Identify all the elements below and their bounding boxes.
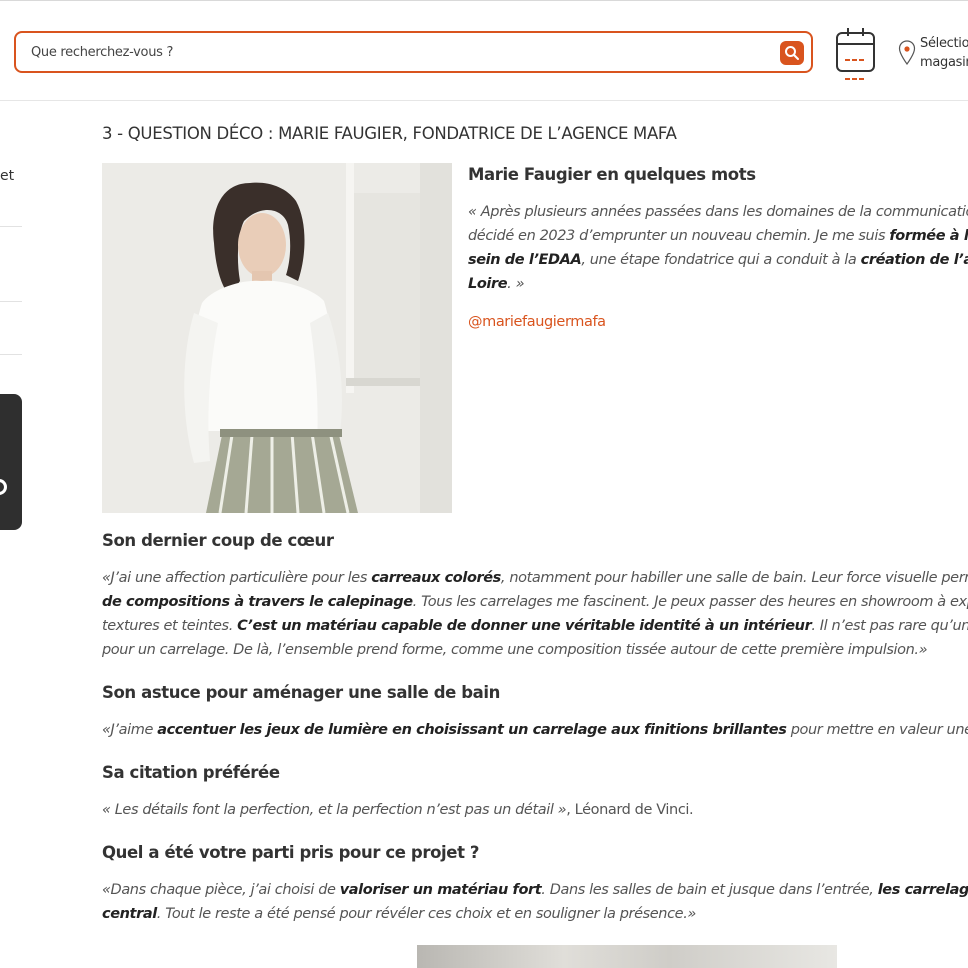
bio-quote-text: décidé en 2023 d’emprunter un nouveau ch… <box>468 228 890 244</box>
bio-quote: « Après plusieurs années passées dans le… <box>468 200 968 296</box>
calendar-icon[interactable] <box>836 28 875 80</box>
search-placeholder: Que recherchez-vous ? <box>31 44 174 60</box>
citation-section: Sa citation préférée « Les détails font … <box>102 763 968 822</box>
bio-quote-bold: formée à la décoration <box>889 228 968 244</box>
coup-de-coeur-section: Son dernier coup de cœur «J’ai une affec… <box>102 531 968 662</box>
parti-pris-text: «Dans chaque pièce, j’ai choisi de valor… <box>102 878 968 926</box>
store-selector-label: Sélectionner magasin <box>920 36 968 70</box>
bio-quote-bold: Loire <box>468 276 508 292</box>
search-input[interactable]: Que recherchez-vous ? <box>14 31 813 73</box>
coup-de-coeur-bold: C’est un matériau capable de donner une … <box>237 618 812 634</box>
bio-quote-text: . » <box>507 276 525 292</box>
astuce-text-part: pour mettre en valeur une crédence <box>790 722 968 738</box>
citation-text: « Les détails font la perfection, et la … <box>102 798 968 822</box>
search-icon <box>785 46 799 60</box>
parti-pris-bold: les carrelages s’imposent <box>877 882 968 898</box>
astuce-bold: accentuer les jeux de lumière en choisis… <box>157 722 787 738</box>
citation-quote: « Les détails font la perfection, et la … <box>102 802 567 818</box>
astuce-text: «J’aime accentuer les jeux de lumière en… <box>102 718 968 742</box>
coup-de-coeur-text-part: «J’ai une affection particulière pour le… <box>102 570 372 586</box>
floating-side-panel[interactable] <box>0 394 22 530</box>
site-header: Que recherchez-vous ? Sélectionner magas… <box>0 0 968 101</box>
page: Que recherchez-vous ? Sélectionner magas… <box>0 0 968 968</box>
bio-quote-bold: création de l’agence MAFA <box>860 252 968 268</box>
sidebar-text-fragment: et <box>0 168 15 184</box>
coup-de-coeur-text-part: textures et teintes. <box>102 618 238 634</box>
coup-de-coeur-text-part: pour un carrelage. De là, l’ensemble pre… <box>102 642 928 658</box>
sidebar-divider <box>0 226 22 227</box>
coup-de-coeur-text-part: . Tous les carrelages me fascinent. Je p… <box>412 594 968 610</box>
astuce-heading: Son astuce pour aménager une salle de ba… <box>102 683 500 702</box>
parti-pris-text-part: . Dans les salles de bain et jusque dans… <box>541 882 878 898</box>
bio-quote-text: , une étape fondatrice qui a conduit à l… <box>581 252 861 268</box>
citation-author: , Léonard de Vinci. <box>566 802 694 818</box>
parti-pris-text-part: «Dans chaque pièce, j’ai choisi de <box>102 882 340 898</box>
location-pin-icon <box>898 40 916 66</box>
sidebar-divider <box>0 354 22 355</box>
coup-de-coeur-heading: Son dernier coup de cœur <box>102 531 334 550</box>
citation-heading: Sa citation préférée <box>102 763 280 782</box>
section-title: 3 - QUESTION DÉCO : MARIE FAUGIER, FONDA… <box>102 124 677 143</box>
search-button[interactable] <box>780 41 804 65</box>
bio-heading: Marie Faugier en quelques mots <box>468 165 756 184</box>
portrait-image <box>102 163 452 513</box>
parti-pris-section: Quel a été votre parti pris pour ce proj… <box>102 843 968 926</box>
sidebar-divider <box>0 301 22 302</box>
coup-de-coeur-text-part: . Il n’est pas rare qu’un projet naisse <box>811 618 968 634</box>
bio-quote-bold: sein de l’EDAA <box>468 252 582 268</box>
coup-de-coeur-text-part: , notamment pour habiller une salle de b… <box>500 570 968 586</box>
bio-block: Marie Faugier en quelques mots « Après p… <box>468 163 968 330</box>
coup-de-coeur-text: «J’ai une affection particulière pour le… <box>102 566 968 662</box>
parti-pris-text-part: . Tout le reste a été pensé pour révéler… <box>156 906 697 922</box>
bio-quote-text: « Après plusieurs années passées dans le… <box>468 204 968 220</box>
instagram-link[interactable]: @mariefaugiermafa <box>468 314 606 330</box>
coup-de-coeur-bold: de compositions à travers le calepinage <box>102 594 413 610</box>
astuce-text-part: «J’aime <box>102 722 158 738</box>
project-image <box>417 945 837 968</box>
side-panel-icon <box>0 479 7 495</box>
parti-pris-bold: valoriser un matériau fort <box>339 882 542 898</box>
coup-de-coeur-bold: carreaux colorés <box>371 570 501 586</box>
astuce-section: Son astuce pour aménager une salle de ba… <box>102 683 968 742</box>
parti-pris-bold: central <box>102 906 157 922</box>
store-selector[interactable]: Sélectionner magasin <box>898 34 968 74</box>
parti-pris-heading: Quel a été votre parti pris pour ce proj… <box>102 843 480 862</box>
